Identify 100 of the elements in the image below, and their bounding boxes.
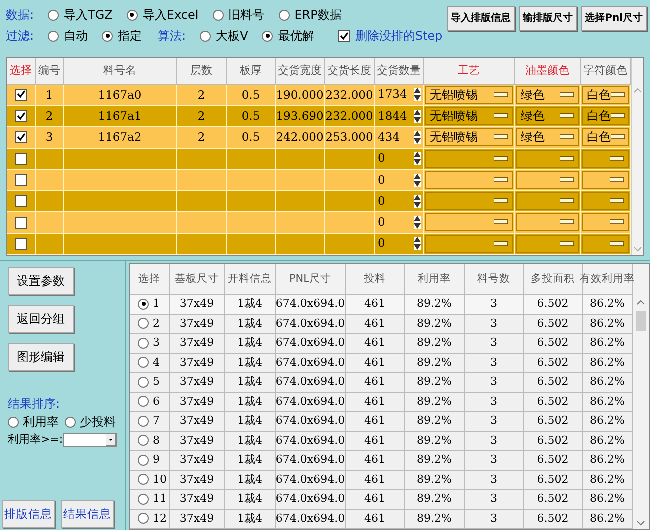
dropdown-field[interactable]: [516, 192, 579, 210]
dropdown-field[interactable]: 无铅喷锡: [425, 86, 513, 104]
scroll-thumb[interactable]: [636, 311, 646, 331]
dropdown-field[interactable]: [516, 213, 579, 232]
table-cell: 461: [364, 394, 386, 409]
dropdown-field[interactable]: 无铅喷锡: [425, 107, 513, 126]
table-cell: 3: [490, 336, 498, 350]
radio-button[interactable]: [138, 513, 149, 524]
radio-button[interactable]: [212, 10, 224, 20]
dropdown-field[interactable]: [516, 234, 579, 253]
dropdown-icon: [494, 113, 508, 120]
dropdown-field[interactable]: [425, 234, 513, 253]
dropdown-field[interactable]: 绿色: [516, 107, 579, 126]
checkbox[interactable]: [15, 174, 27, 186]
table-cell: 37x49: [180, 512, 214, 526]
quantity-spinner[interactable]: 0: [375, 234, 424, 255]
dropdown-field[interactable]: [425, 150, 513, 168]
dropdown-icon: [560, 134, 574, 140]
table-cell: 3: [490, 375, 498, 390]
checkbox[interactable]: [15, 238, 27, 250]
toolbar-button[interactable]: 选择Pnl尺寸: [581, 6, 647, 31]
threshold-combo-box[interactable]: [63, 433, 117, 447]
info-button[interactable]: 结果信息: [61, 500, 114, 528]
option-label: 利用率: [23, 415, 59, 429]
dropdown-field[interactable]: [516, 170, 579, 189]
radio-button[interactable]: [138, 396, 149, 408]
table-cell: 461: [364, 316, 386, 331]
scroll-up-icon[interactable]: [637, 300, 645, 305]
dropdown-field[interactable]: [425, 170, 513, 189]
radio-button[interactable]: [138, 376, 149, 388]
radio-button[interactable]: [138, 454, 149, 466]
table-cell: 1裁4: [238, 336, 262, 350]
checkbox[interactable]: [15, 110, 27, 122]
dropdown-field[interactable]: [582, 170, 629, 189]
radio-button[interactable]: [138, 338, 149, 349]
checkbox[interactable]: [15, 131, 27, 144]
radio-button[interactable]: [126, 10, 138, 20]
checkbox[interactable]: [15, 152, 27, 165]
table-cell: 37x49: [180, 356, 214, 370]
radio-button[interactable]: [65, 416, 76, 428]
dropdown-icon: [494, 134, 508, 140]
dropdown-field[interactable]: [582, 234, 629, 253]
table-cell: 1裁4: [238, 492, 262, 506]
table-cell: 0.5: [242, 88, 260, 102]
checkbox[interactable]: [15, 195, 27, 208]
side-button[interactable]: 返回分组: [8, 305, 74, 333]
radio-button[interactable]: [138, 298, 149, 310]
table-cell: 86.2%: [590, 394, 625, 409]
radio-button[interactable]: [138, 435, 149, 446]
radio-button[interactable]: [262, 30, 274, 42]
group-label: 算法:: [158, 29, 186, 43]
dropdown-field[interactable]: 绿色: [516, 128, 579, 146]
dropdown-icon: [494, 156, 508, 162]
dropdown-field[interactable]: 白色: [582, 86, 629, 104]
radio-button[interactable]: [48, 30, 60, 42]
dropdown-field[interactable]: 白色: [582, 107, 629, 126]
table-cell: 89.2%: [417, 472, 452, 487]
checkbox[interactable]: [338, 30, 350, 42]
radio-button[interactable]: [138, 318, 149, 330]
scroll-down-icon[interactable]: [637, 521, 645, 526]
radio-button[interactable]: [138, 474, 149, 486]
dropdown-field[interactable]: 绿色: [516, 86, 579, 104]
toolbar-button[interactable]: 输排版尺寸: [519, 6, 578, 31]
dropdown-field[interactable]: [582, 213, 629, 232]
row-number: 9: [153, 453, 160, 468]
radio-button[interactable]: [138, 416, 149, 427]
table-cell: 86.2%: [590, 434, 625, 448]
radio-button[interactable]: [138, 357, 149, 368]
table-cell: 0.5: [242, 130, 260, 144]
radio-button[interactable]: [138, 494, 149, 505]
radio-button[interactable]: [8, 416, 19, 428]
checkbox[interactable]: [15, 216, 27, 229]
table-cell: 89.2%: [417, 356, 452, 370]
toolbar-button[interactable]: 导入排版信息: [447, 6, 516, 31]
dropdown-field[interactable]: [582, 192, 629, 210]
dropdown-field[interactable]: 白色: [582, 128, 629, 146]
dropdown-field[interactable]: 无铅喷锡: [425, 128, 513, 146]
table-cell: 1裁4: [238, 453, 262, 468]
side-button[interactable]: 图形编辑: [8, 343, 74, 371]
table-cell: 6.502: [537, 336, 569, 350]
radio-button[interactable]: [278, 10, 290, 20]
table-cell: 86.2%: [590, 512, 625, 526]
dropdown-field[interactable]: [582, 150, 629, 168]
checkbox[interactable]: [15, 88, 27, 101]
radio-button[interactable]: [48, 10, 60, 20]
table-cell: 2: [198, 130, 206, 144]
side-button[interactable]: 设置参数: [8, 267, 74, 295]
spinner-arrows-icon: [414, 88, 421, 102]
dropdown-icon: [560, 156, 574, 162]
table-cell: 3: [490, 453, 498, 468]
radio-button[interactable]: [102, 30, 114, 42]
dropdown-field[interactable]: [516, 150, 579, 168]
table-cell: 89.2%: [417, 297, 452, 312]
table-cell: 232.000: [326, 109, 374, 124]
dropdown-field[interactable]: [425, 213, 513, 232]
dropdown-icon: [494, 198, 508, 204]
radio-button[interactable]: [200, 30, 212, 42]
table-cell: 190.000: [276, 88, 324, 102]
info-button[interactable]: 排版信息: [2, 500, 55, 528]
dropdown-field[interactable]: [425, 192, 513, 210]
